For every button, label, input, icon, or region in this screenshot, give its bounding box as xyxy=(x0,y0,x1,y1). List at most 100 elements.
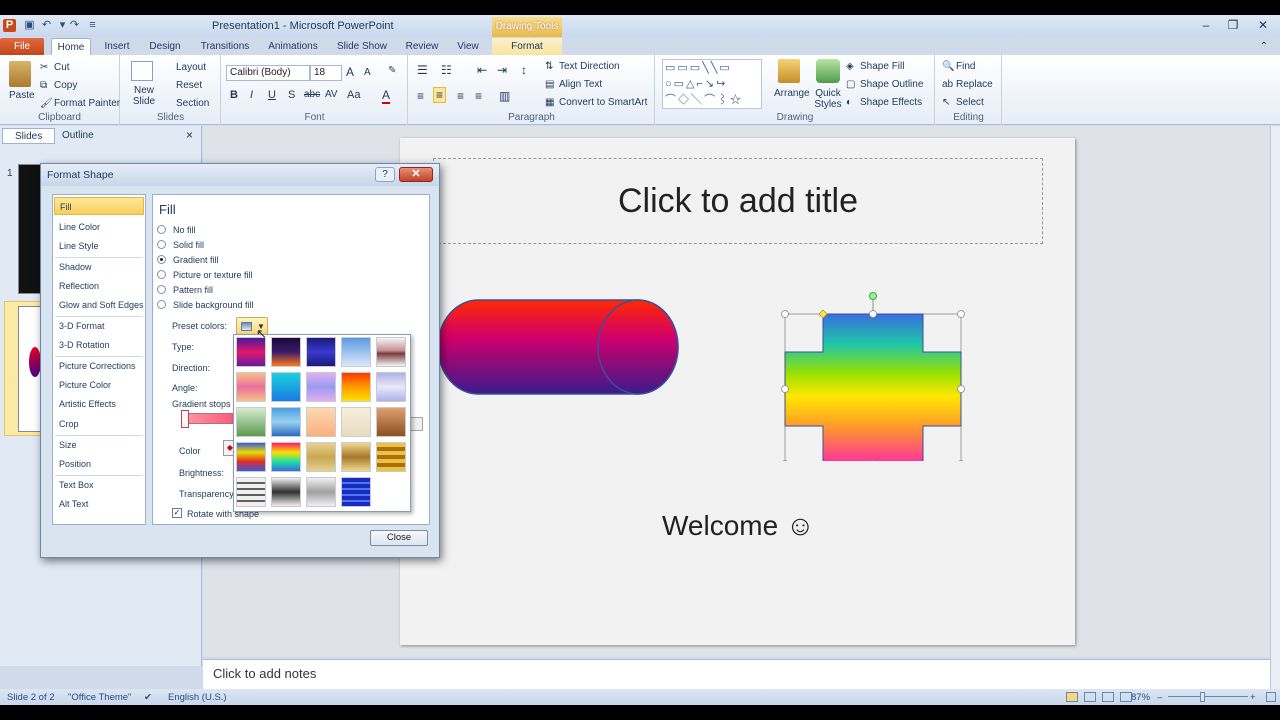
replace-icon[interactable]: ab xyxy=(942,79,953,90)
preset-swatch[interactable] xyxy=(271,477,301,507)
preset-swatch[interactable] xyxy=(376,337,406,367)
tab-format[interactable]: Format xyxy=(492,38,562,55)
dialog-close-x-button[interactable]: ✕ xyxy=(399,167,433,182)
tab-design[interactable]: Design xyxy=(143,38,187,55)
decrease-indent-icon[interactable]: ⇤ xyxy=(477,63,487,77)
shapes-gallery-icon[interactable]: ▭▭▭╲╲▭ ○▭△⌐↘↪ ⌒◇╲⌒⌇☆ xyxy=(662,59,762,109)
category-line-color[interactable]: Line Color xyxy=(54,218,144,236)
preset-swatch[interactable] xyxy=(271,337,301,367)
tab-slide-show[interactable]: Slide Show xyxy=(331,38,393,55)
align-text-button[interactable]: Align Text xyxy=(559,79,602,90)
customize-qat-icon[interactable]: ≡ xyxy=(86,19,99,32)
shape-effects-button[interactable]: Shape Effects xyxy=(860,97,922,108)
tab-insert[interactable]: Insert xyxy=(96,38,138,55)
cross-shape[interactable] xyxy=(780,291,970,461)
reading-view-icon[interactable] xyxy=(1102,692,1114,702)
category-position[interactable]: Position xyxy=(54,455,144,473)
preset-swatch[interactable] xyxy=(341,372,371,402)
shrink-font-button[interactable]: A xyxy=(364,67,371,78)
preset-swatch[interactable] xyxy=(341,407,371,437)
quick-styles-button[interactable]: Quick Styles xyxy=(811,88,845,110)
category-text-box[interactable]: Text Box xyxy=(54,476,144,494)
gradient-fill-label[interactable]: Gradient fill xyxy=(173,255,219,265)
undo-icon[interactable]: ↶ xyxy=(40,19,53,32)
justify-icon[interactable]: ≡ xyxy=(475,89,482,103)
preset-swatch[interactable] xyxy=(271,407,301,437)
character-spacing-button[interactable]: AV xyxy=(325,89,338,100)
language-indicator[interactable]: English (U.S.) xyxy=(168,692,227,703)
preset-swatch[interactable] xyxy=(236,407,266,437)
solid-fill-radio[interactable] xyxy=(157,240,166,249)
paste-button[interactable]: Paste xyxy=(9,90,35,101)
category-artistic-effects[interactable]: Artistic Effects xyxy=(54,395,144,413)
tab-home[interactable]: Home xyxy=(51,38,91,55)
new-slide-icon[interactable] xyxy=(131,61,153,81)
category-picture-corrections[interactable]: Picture Corrections xyxy=(54,357,144,375)
preset-swatch[interactable] xyxy=(376,407,406,437)
align-center-icon[interactable]: ≡ xyxy=(433,87,447,103)
ribbon-minimize-icon[interactable]: ⌃ xyxy=(1255,38,1273,55)
zoom-slider-thumb[interactable] xyxy=(1200,692,1205,702)
category-reflection[interactable]: Reflection xyxy=(54,277,144,295)
arrange-icon[interactable] xyxy=(778,59,800,83)
category-shadow[interactable]: Shadow xyxy=(54,258,144,276)
tab-animations[interactable]: Animations xyxy=(262,38,324,55)
maximize-button[interactable]: ❐ xyxy=(1222,17,1244,33)
section-button[interactable]: Section xyxy=(176,98,209,109)
cylinder-shape[interactable] xyxy=(438,296,682,400)
close-button[interactable]: Close xyxy=(370,530,428,546)
preset-swatch[interactable] xyxy=(236,442,266,472)
preset-swatch[interactable] xyxy=(341,477,371,507)
reset-button[interactable]: Reset xyxy=(176,80,202,91)
slide-sorter-icon[interactable] xyxy=(1084,692,1096,702)
strikethrough-button[interactable]: abc xyxy=(304,89,320,100)
normal-view-icon[interactable] xyxy=(1066,692,1078,702)
layout-button[interactable]: Layout xyxy=(176,62,206,73)
text-direction-icon[interactable]: ⇅ xyxy=(545,61,553,72)
category-crop[interactable]: Crop xyxy=(54,415,144,433)
underline-button[interactable]: U xyxy=(268,89,276,101)
tab-review[interactable]: Review xyxy=(401,38,443,55)
cut-button[interactable]: Cut xyxy=(54,62,70,73)
arrange-button[interactable]: Arrange xyxy=(774,88,810,99)
vertical-scrollbar[interactable] xyxy=(1270,126,1280,689)
no-fill-radio[interactable] xyxy=(157,225,166,234)
preset-swatch[interactable] xyxy=(306,372,336,402)
preset-swatch[interactable] xyxy=(376,442,406,472)
align-right-icon[interactable]: ≡ xyxy=(457,89,464,103)
bullets-icon[interactable]: ☰ xyxy=(417,63,428,77)
format-painter-icon[interactable]: 🖌 xyxy=(40,98,53,109)
checkbox-icon[interactable]: ✓ xyxy=(172,508,182,518)
paste-icon[interactable] xyxy=(9,61,31,87)
slide-background-fill-label[interactable]: Slide background fill xyxy=(173,300,254,310)
pattern-fill-radio[interactable] xyxy=(157,285,166,294)
stop-options-button[interactable] xyxy=(410,417,423,431)
italic-button[interactable]: I xyxy=(250,89,253,101)
preset-swatch[interactable] xyxy=(306,477,336,507)
preset-swatch[interactable] xyxy=(341,337,371,367)
preset-swatch[interactable] xyxy=(236,477,266,507)
smartart-icon[interactable]: ▦ xyxy=(545,97,554,108)
find-icon[interactable]: 🔍 xyxy=(942,61,954,72)
shape-fill-button[interactable]: Shape Fill xyxy=(860,61,904,72)
tab-transitions[interactable]: Transitions xyxy=(194,38,256,55)
gradient-stops-bar[interactable] xyxy=(181,413,235,424)
line-spacing-icon[interactable]: ↕ xyxy=(521,63,527,77)
format-painter-button[interactable]: Format Painter xyxy=(54,98,120,109)
solid-fill-label[interactable]: Solid fill xyxy=(173,240,204,250)
text-shadow-button[interactable]: S xyxy=(288,89,295,101)
preset-swatch[interactable] xyxy=(306,337,336,367)
text-direction-button[interactable]: Text Direction xyxy=(559,61,620,72)
align-text-icon[interactable]: ▤ xyxy=(545,79,554,90)
shape-outline-icon[interactable]: ▢ xyxy=(846,79,855,90)
numbering-icon[interactable]: ☷ xyxy=(441,63,452,77)
category-size[interactable]: Size xyxy=(54,436,144,454)
font-color-button[interactable]: A xyxy=(382,88,391,104)
category-fill[interactable]: Fill xyxy=(54,197,144,215)
preset-swatch[interactable] xyxy=(341,442,371,472)
picture-texture-fill-label[interactable]: Picture or texture fill xyxy=(173,270,253,280)
category-picture-color[interactable]: Picture Color xyxy=(54,376,144,394)
tab-outline[interactable]: Outline xyxy=(50,128,106,144)
zoom-level[interactable]: 87% xyxy=(1131,692,1150,703)
tab-slides[interactable]: Slides xyxy=(2,128,56,144)
